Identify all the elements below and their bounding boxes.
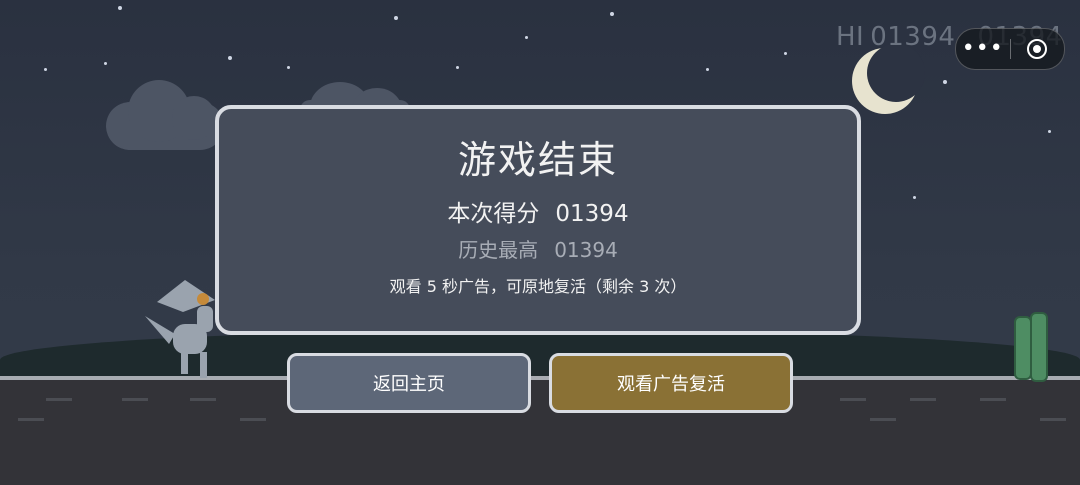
exit-button[interactable] — [1011, 39, 1065, 59]
revive-hint: 观看 5 秒广告，可原地复活（剩余 3 次） — [389, 277, 687, 296]
star — [913, 196, 916, 199]
hi-label: HI — [836, 22, 865, 52]
star — [784, 52, 787, 55]
exit-target-icon — [1027, 39, 1048, 59]
best-score-row: 历史最高 01394 — [219, 234, 857, 263]
best-label: 历史最高 — [458, 238, 539, 262]
star — [104, 62, 107, 65]
cloud — [106, 80, 224, 150]
road-dash — [240, 418, 266, 421]
star — [118, 6, 122, 10]
star — [44, 68, 47, 71]
star — [287, 66, 290, 69]
game-over-dialog: 游戏结束 本次得分 01394 历史最高 01394 观看 5 秒广告，可原地复活（… — [215, 105, 861, 335]
star — [394, 16, 398, 20]
road-dash — [870, 418, 896, 421]
road-dash — [122, 398, 148, 401]
return-home-button[interactable]: 返回主页 — [287, 353, 531, 413]
more-menu-button[interactable]: ••• — [956, 29, 1010, 69]
current-score-row: 本次得分 01394 — [219, 194, 857, 228]
road-dash — [910, 398, 936, 401]
score-label: 本次得分 — [447, 201, 540, 227]
star — [456, 66, 459, 69]
dialog-title: 游戏结束 — [457, 138, 618, 182]
road-dash — [1040, 418, 1066, 421]
star — [706, 68, 709, 71]
more-dots-icon: ••• — [961, 36, 1004, 61]
star — [228, 56, 232, 60]
road-dash — [980, 398, 1006, 401]
cactus-obstacle — [1030, 312, 1048, 382]
ground — [0, 376, 1080, 485]
moon — [852, 44, 925, 114]
star — [610, 12, 614, 16]
road-dash — [190, 398, 216, 401]
dinosaur-character — [145, 280, 215, 378]
star — [525, 36, 528, 39]
watch-ad-revive-button[interactable]: 观看广告复活 — [549, 353, 793, 413]
miniprogram-capsule: ••• — [955, 28, 1065, 70]
star — [1048, 130, 1051, 133]
hi-score: 01394 — [870, 22, 956, 52]
star — [943, 80, 947, 84]
best-value: 01394 — [554, 238, 618, 262]
road-dash — [18, 418, 44, 421]
road-dash — [46, 398, 72, 401]
score-value: 01394 — [555, 201, 629, 227]
road-dash — [840, 398, 866, 401]
